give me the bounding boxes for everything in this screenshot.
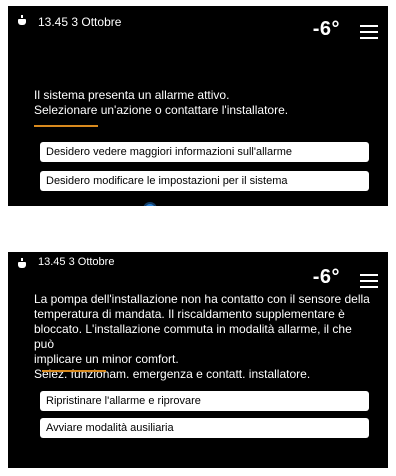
status-time: 13.45 3 Ottobre	[38, 15, 121, 29]
page-dot-active[interactable]	[145, 204, 155, 206]
cup-icon	[18, 15, 26, 25]
alarm-message-line: temperatura di mandata. Il riscaldamento…	[34, 307, 345, 321]
alarm-message-line: La pompa dell'installazione non ha conta…	[34, 292, 370, 306]
time-value: 13.45 3	[38, 15, 79, 29]
alarm-screen-2: 13.45 3 Ottobre -6° La pompa dell'instal…	[8, 252, 388, 468]
alarm-message-line: Selezionare un'azione o contattare l'ins…	[34, 103, 289, 117]
date-value: 3 Ottobre	[68, 256, 115, 268]
status-time: 13.45 3 Ottobre	[38, 256, 114, 268]
hamburger-menu-icon[interactable]	[360, 25, 378, 39]
outdoor-temperature: -6°	[312, 266, 340, 288]
accent-underline	[42, 370, 106, 372]
date-value: Ottobre	[81, 15, 122, 29]
alarm-message-line: bloccato. L'installazione commuta in mod…	[34, 322, 352, 351]
time-value: 13.45	[38, 256, 66, 268]
outdoor-temperature: -6°	[312, 18, 340, 40]
page-indicator	[145, 204, 295, 206]
alarm-message-line: Il sistema presenta un allarme attivo.	[34, 88, 230, 102]
option-more-alarm-info[interactable]: Desidero vedere maggiori informazioni su…	[40, 142, 369, 162]
cup-icon	[18, 258, 26, 268]
option-aux-mode[interactable]: Avviare modalità ausiliaria	[40, 418, 369, 438]
accent-underline	[34, 125, 98, 127]
alarm-message-line: implicare un minor comfort.	[34, 352, 179, 366]
option-modify-settings[interactable]: Desidero modificare le impostazioni per …	[40, 171, 369, 191]
alarm-message: La pompa dell'installazione non ha conta…	[34, 292, 374, 382]
alarm-message: Il sistema presenta un allarme attivo. S…	[34, 88, 374, 118]
hamburger-menu-icon[interactable]	[360, 274, 378, 288]
option-reset-alarm[interactable]: Ripristinare l'allarme e riprovare	[40, 391, 369, 411]
alarm-screen-1: 13.45 3 Ottobre -6° Il sistema presenta …	[8, 6, 388, 206]
